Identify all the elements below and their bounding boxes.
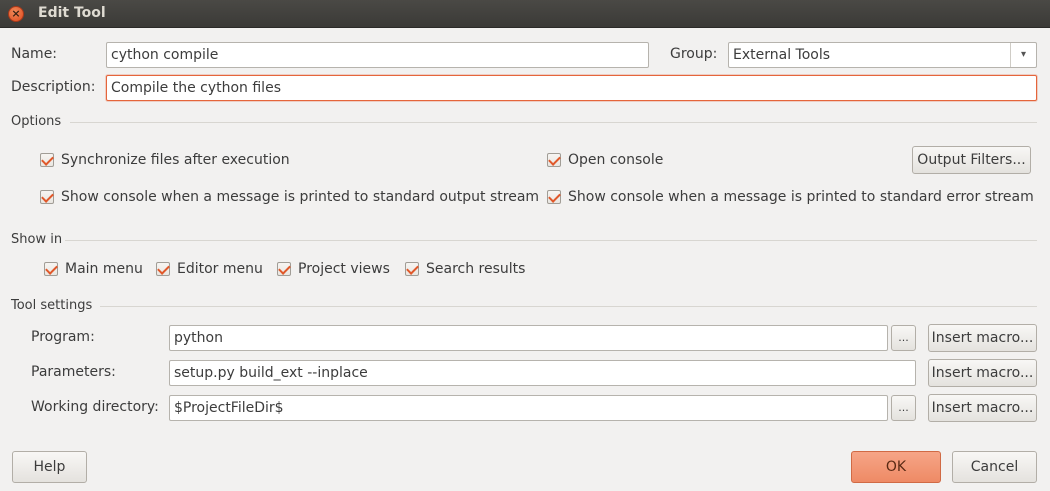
working-directory-label: Working directory: xyxy=(31,399,159,415)
parameters-insert-macro-button[interactable]: Insert macro... xyxy=(928,359,1037,387)
checkbox-checked-icon xyxy=(547,153,561,167)
help-button[interactable]: Help xyxy=(12,451,87,483)
program-label: Program: xyxy=(31,329,95,345)
sync-files-label: Synchronize files after execution xyxy=(61,152,290,168)
name-label: Name: xyxy=(11,46,58,62)
group-label: Group: xyxy=(670,46,718,62)
chevron-down-icon[interactable]: ▾ xyxy=(1010,43,1036,67)
name-input[interactable]: cython compile xyxy=(106,42,649,68)
program-browse-button[interactable]: ... xyxy=(891,325,916,351)
editor-menu-label: Editor menu xyxy=(177,261,263,277)
working-directory-insert-macro-button[interactable]: Insert macro... xyxy=(928,394,1037,422)
open-console-label: Open console xyxy=(568,152,664,168)
sync-files-checkbox[interactable]: Synchronize files after execution xyxy=(40,150,290,170)
show-in-section-title: Show in xyxy=(11,232,63,247)
main-menu-checkbox[interactable]: Main menu xyxy=(44,259,143,279)
parameters-input[interactable]: setup.py build_ext --inplace xyxy=(169,360,916,386)
group-select-value: External Tools xyxy=(733,47,831,63)
options-section-title: Options xyxy=(11,114,62,129)
search-results-label: Search results xyxy=(426,261,526,277)
checkbox-checked-icon xyxy=(40,190,54,204)
ok-button[interactable]: OK xyxy=(851,451,941,483)
close-icon[interactable]: × xyxy=(8,6,24,22)
checkbox-checked-icon xyxy=(156,262,170,276)
checkbox-checked-icon xyxy=(44,262,58,276)
working-directory-input[interactable]: $ProjectFileDir$ xyxy=(169,395,888,421)
parameters-label: Parameters: xyxy=(31,364,116,380)
program-insert-macro-button[interactable]: Insert macro... xyxy=(928,324,1037,352)
show-in-divider xyxy=(65,240,1037,241)
window-title: Edit Tool xyxy=(38,5,106,21)
console-stderr-checkbox[interactable]: Show console when a message is printed t… xyxy=(547,187,1034,207)
tool-settings-section-title: Tool settings xyxy=(11,298,93,313)
cancel-button[interactable]: Cancel xyxy=(952,451,1037,483)
working-directory-browse-button[interactable]: ... xyxy=(891,395,916,421)
console-stdout-checkbox[interactable]: Show console when a message is printed t… xyxy=(40,187,539,207)
title-bar: × Edit Tool xyxy=(0,0,1050,28)
group-select[interactable]: External Tools ▾ xyxy=(728,42,1037,68)
tool-settings-divider xyxy=(100,306,1037,307)
checkbox-checked-icon xyxy=(547,190,561,204)
project-views-label: Project views xyxy=(298,261,390,277)
console-stderr-label: Show console when a message is printed t… xyxy=(568,189,1034,205)
description-label: Description: xyxy=(11,79,96,95)
main-menu-label: Main menu xyxy=(65,261,143,277)
project-views-checkbox[interactable]: Project views xyxy=(277,259,390,279)
output-filters-button[interactable]: Output Filters... xyxy=(912,146,1031,174)
console-stdout-label: Show console when a message is printed t… xyxy=(61,189,540,205)
search-results-checkbox[interactable]: Search results xyxy=(405,259,525,279)
program-input[interactable]: python xyxy=(169,325,888,351)
description-input[interactable]: Compile the cython files xyxy=(106,75,1037,101)
options-divider xyxy=(70,122,1037,123)
editor-menu-checkbox[interactable]: Editor menu xyxy=(156,259,263,279)
checkbox-checked-icon xyxy=(40,153,54,167)
open-console-checkbox[interactable]: Open console xyxy=(547,150,663,170)
checkbox-checked-icon xyxy=(405,262,419,276)
checkbox-checked-icon xyxy=(277,262,291,276)
